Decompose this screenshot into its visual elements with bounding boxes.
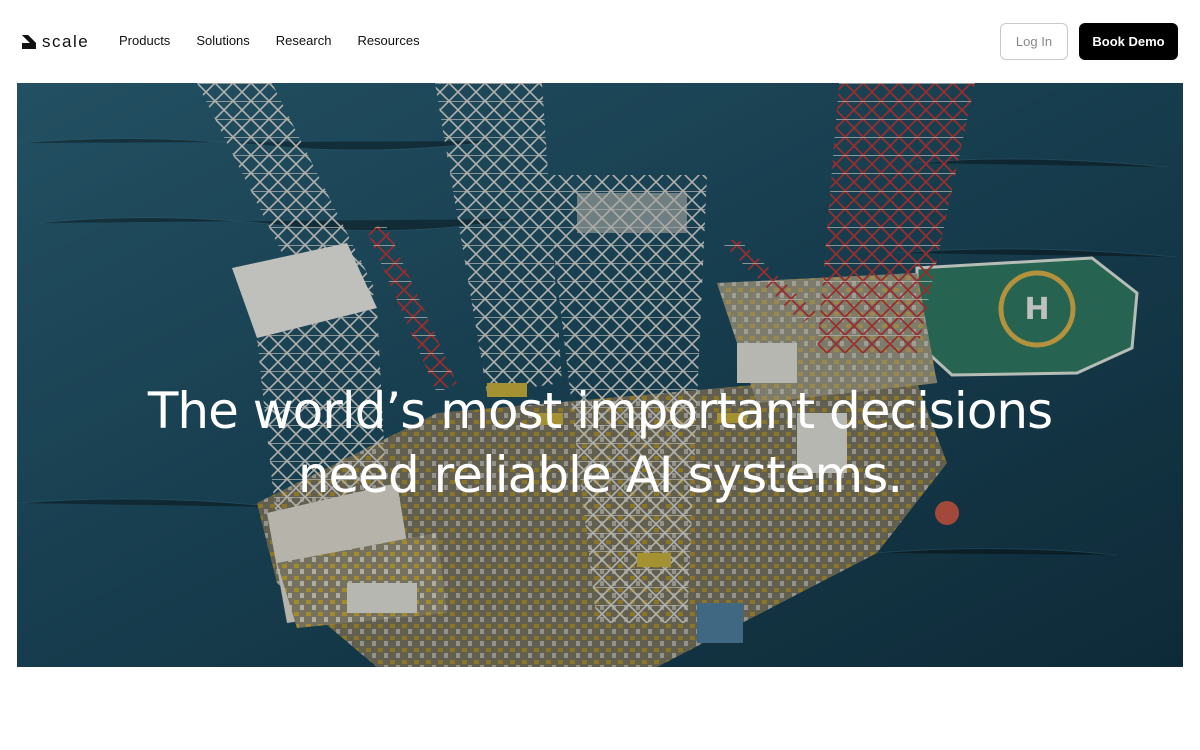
main-menu: Products Solutions Research Resources [119, 33, 420, 49]
scale-logo-icon [22, 34, 36, 49]
hero-section: H The world’s most important decisions n… [17, 83, 1183, 667]
nav-resources[interactable]: Resources [357, 33, 419, 49]
login-button[interactable]: Log In [1000, 23, 1068, 60]
nav-products[interactable]: Products [119, 33, 170, 49]
top-navigation: scale Products Solutions Research Resour… [0, 0, 1200, 82]
hero-headline-line1: The world’s most important decisions [147, 382, 1053, 440]
logo-text: scale [42, 32, 90, 51]
nav-research[interactable]: Research [276, 33, 332, 49]
scale-logo[interactable]: scale [22, 33, 89, 50]
hero-headline-line2: need reliable AI systems. [297, 446, 903, 504]
book-demo-button[interactable]: Book Demo [1079, 23, 1178, 60]
hero-dark-overlay [17, 83, 1183, 667]
hero-headline: The world’s most important decisions nee… [17, 379, 1183, 507]
nav-solutions[interactable]: Solutions [196, 33, 249, 49]
